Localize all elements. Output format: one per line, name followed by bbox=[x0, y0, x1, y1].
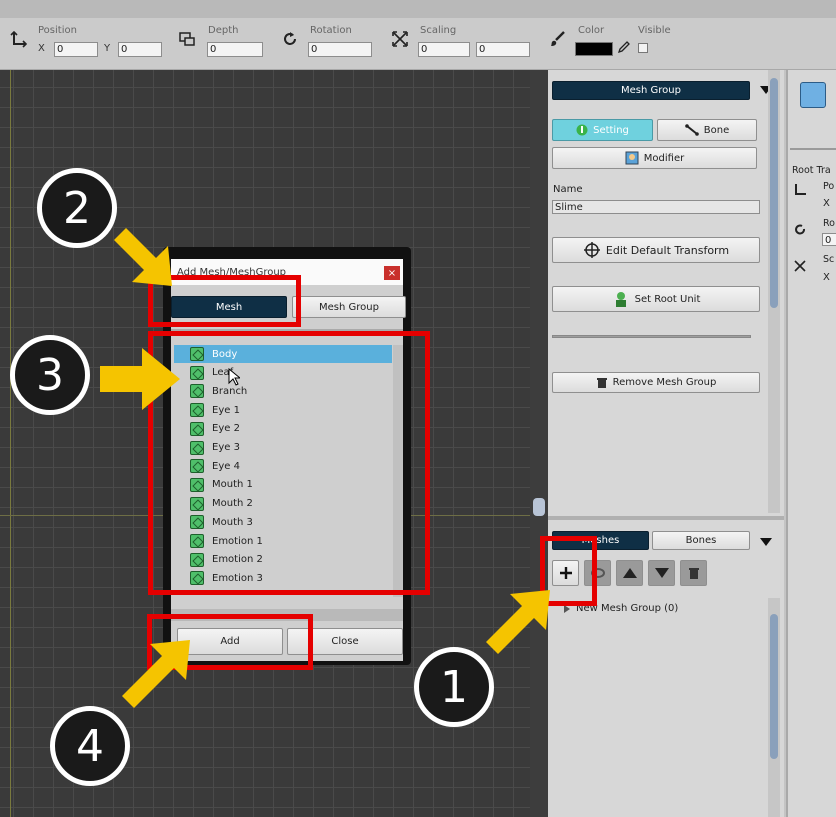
transform-toolbar: Position X 0 Y 0 Depth 0 Rotation 0 Scal… bbox=[0, 18, 836, 70]
depth-label: Depth bbox=[208, 25, 239, 36]
set-root-unit-button[interactable]: Set Root Unit bbox=[552, 286, 760, 312]
modifier-button[interactable]: Modifier bbox=[552, 147, 757, 169]
brush-icon bbox=[551, 31, 565, 46]
dialog-tab-mesh-group[interactable]: Mesh Group bbox=[292, 296, 406, 318]
window-top-strip bbox=[0, 0, 836, 18]
far-pos-label: Po bbox=[823, 181, 835, 192]
far-x-label-2: X bbox=[823, 272, 830, 283]
name-input[interactable]: Slime bbox=[552, 200, 760, 214]
visible-label: Visible bbox=[638, 25, 671, 36]
hierarchy-dropdown-icon[interactable] bbox=[760, 538, 772, 546]
trash-icon bbox=[688, 567, 699, 579]
mesh-thumbnail-icon bbox=[800, 82, 826, 108]
canvas-scrollbar[interactable] bbox=[530, 70, 548, 817]
position-label: Position bbox=[38, 25, 77, 36]
far-x-label-1: X bbox=[823, 198, 830, 209]
position-x-input[interactable]: 0 bbox=[54, 42, 98, 57]
rotation-label: Rotation bbox=[310, 25, 352, 36]
position-y-label: Y bbox=[104, 43, 111, 54]
canvas-axis-vertical bbox=[10, 70, 11, 817]
tab-bones[interactable]: Bones bbox=[652, 531, 750, 550]
far-rot-input[interactable]: 0 bbox=[822, 233, 836, 246]
root-transform-label: Root Tra bbox=[792, 165, 831, 176]
tab-bone-label: Bone bbox=[703, 124, 730, 136]
tab-bone[interactable]: Bone bbox=[657, 119, 757, 141]
arrow-4-icon bbox=[122, 640, 190, 708]
move-down-button[interactable] bbox=[648, 560, 675, 586]
info-icon bbox=[576, 124, 588, 136]
scaling-label: Scaling bbox=[420, 25, 457, 36]
highlight-box-mesh-list bbox=[148, 331, 430, 595]
scaling-x-input[interactable]: 0 bbox=[418, 42, 470, 57]
arrow-3-icon bbox=[100, 348, 180, 410]
root-unit-icon bbox=[615, 292, 626, 307]
depth-icon bbox=[179, 32, 195, 46]
canvas-scrollbar-thumb[interactable] bbox=[533, 498, 545, 516]
move-up-button[interactable] bbox=[616, 560, 643, 586]
scaling-y-input[interactable]: 0 bbox=[476, 42, 530, 57]
divider bbox=[552, 335, 751, 338]
edit-default-transform-label: Edit Default Transform bbox=[605, 243, 730, 257]
hierarchy-scrollbar-thumb[interactable] bbox=[770, 614, 778, 759]
arrow-2-icon bbox=[114, 228, 172, 286]
transform-gizmo-icon bbox=[583, 242, 600, 258]
position-icon bbox=[10, 30, 28, 48]
right-edge-panel: Root Tra Po X Ro 0 Sc X bbox=[786, 70, 836, 817]
modifier-button-label: Modifier bbox=[643, 152, 685, 164]
scaling-icon bbox=[794, 260, 806, 272]
mesh-group-header: Mesh Group bbox=[552, 81, 750, 100]
step-4-badge: 4 bbox=[50, 706, 130, 786]
dialog-close-icon[interactable]: × bbox=[384, 266, 400, 280]
step-1-badge: 1 bbox=[414, 647, 494, 727]
hierarchy-scrollbar[interactable] bbox=[768, 598, 780, 817]
position-icon bbox=[795, 184, 806, 195]
scaling-icon bbox=[392, 31, 408, 47]
tab-setting-label: Setting bbox=[593, 124, 629, 136]
arrow-1-icon bbox=[486, 590, 550, 654]
rotation-icon bbox=[795, 224, 805, 235]
rotation-icon bbox=[284, 32, 296, 45]
panel-splitter[interactable] bbox=[548, 516, 784, 520]
inspector-scrollbar-thumb[interactable] bbox=[770, 78, 778, 308]
eyedropper-icon[interactable] bbox=[616, 40, 630, 56]
far-scale-label: Sc bbox=[823, 254, 835, 265]
step-3-badge: 3 bbox=[10, 335, 90, 415]
trash-icon bbox=[596, 377, 607, 388]
name-label: Name bbox=[553, 184, 583, 195]
color-swatch[interactable] bbox=[575, 42, 613, 56]
edit-default-transform-button[interactable]: Edit Default Transform bbox=[552, 237, 760, 263]
inspector-scrollbar[interactable] bbox=[768, 70, 780, 513]
inspector-panel: Mesh Group Setting Bone Modifier Name Sl… bbox=[548, 70, 784, 817]
position-x-label: X bbox=[38, 43, 45, 54]
tab-setting[interactable]: Setting bbox=[552, 119, 653, 141]
visible-checkbox[interactable] bbox=[638, 43, 648, 53]
remove-mesh-group-label: Remove Mesh Group bbox=[612, 377, 717, 388]
position-y-input[interactable]: 0 bbox=[118, 42, 162, 57]
rotation-input[interactable]: 0 bbox=[308, 42, 372, 57]
arrow-up-icon bbox=[622, 568, 637, 578]
color-label: Color bbox=[578, 25, 605, 36]
arrow-down-icon bbox=[654, 568, 669, 578]
far-divider bbox=[790, 148, 836, 150]
far-rot-label: Ro bbox=[823, 218, 835, 229]
remove-mesh-group-button[interactable]: Remove Mesh Group bbox=[552, 372, 760, 393]
delete-button[interactable] bbox=[680, 560, 707, 586]
set-root-unit-label: Set Root Unit bbox=[634, 293, 701, 305]
bone-icon bbox=[684, 124, 699, 136]
step-2-badge: 2 bbox=[37, 168, 117, 248]
modifier-icon bbox=[625, 151, 639, 165]
depth-input[interactable]: 0 bbox=[207, 42, 263, 57]
tree-expand-icon[interactable] bbox=[564, 605, 570, 613]
